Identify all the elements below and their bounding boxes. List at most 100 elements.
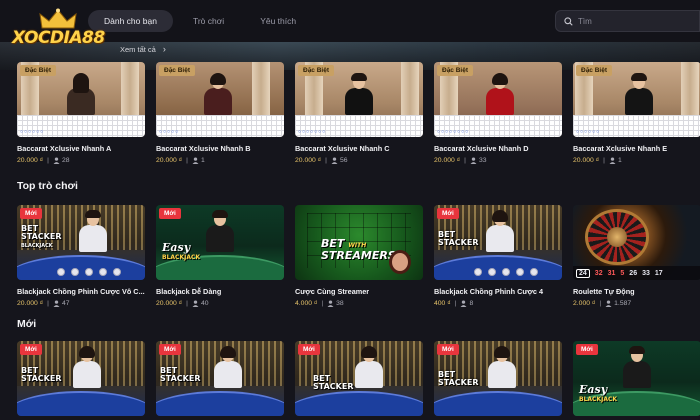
- player-count: 40: [200, 300, 209, 307]
- min-bet: 20.000 ₫: [156, 157, 183, 164]
- game-meta: 20.000 ₫ | 40: [156, 300, 209, 307]
- user-icon: [609, 157, 616, 164]
- game-title: Baccarat Xclusive Nhanh B: [156, 144, 251, 153]
- game-thumbnail[interactable]: BET STACKER Mới: [434, 341, 562, 416]
- game-title: Blackjack Chồng Phỉnh Cược 4: [434, 287, 544, 296]
- game-card[interactable]: Easy BLACKJACK Mới Blackjack Dễ Dàng 20.0…: [156, 205, 284, 307]
- game-thumbnail[interactable]: ○○○○○○ Đặc Biệt: [17, 62, 145, 137]
- game-thumbnail[interactable]: ○○○○○○ Đặc Biệt: [573, 62, 700, 137]
- section-title-new: Mới: [17, 318, 37, 330]
- game-card[interactable]: ○○○○○○ Đặc Biệt Baccarat Xclusive Nhanh …: [573, 62, 700, 164]
- game-thumbnail[interactable]: BET WITH STREAMERS: [295, 205, 423, 280]
- user-icon: [605, 300, 612, 307]
- game-thumbnail[interactable]: ○○○○○○○○ Đặc Biệt: [434, 62, 562, 137]
- min-bet: 20.000 ₫: [17, 157, 44, 164]
- game-title: Roulette Tự Động: [573, 287, 635, 296]
- game-card[interactable]: BET STACKER Mới: [434, 341, 562, 416]
- game-thumbnail[interactable]: 24 32 31 5 26 33 17: [573, 205, 700, 280]
- game-thumbnail[interactable]: BET STACKER Mới: [156, 341, 284, 416]
- logo-text: XOCDIA88: [12, 28, 105, 48]
- game-thumbnail[interactable]: BET STACKER Mới: [434, 205, 562, 280]
- tab-favorites[interactable]: Yêu thích: [244, 10, 312, 32]
- user-icon: [192, 157, 199, 164]
- game-meta: 20.000 ₫ | 47: [17, 300, 70, 307]
- game-thumbnail[interactable]: BET STACKER Mới: [295, 341, 423, 416]
- bet-stacker-logo: BET STACKER: [438, 370, 479, 387]
- min-bet: 400 ₫: [434, 300, 451, 307]
- game-card[interactable]: ○○○○○○○ Đặc Biệt Baccarat Xclusive Nhanh…: [295, 62, 423, 164]
- game-meta: 20.000 ₫ | 1: [156, 157, 205, 164]
- game-card[interactable]: BET STACKER Mới: [156, 341, 284, 416]
- game-card[interactable]: ○○○○○ Đặc Biệt Baccarat Xclusive Nhanh B…: [156, 62, 284, 164]
- easy-blackjack-logo: Easy BLACKJACK: [162, 241, 201, 261]
- user-icon: [331, 157, 338, 164]
- crown-icon: [39, 8, 77, 29]
- chevron-right-icon: ›: [162, 44, 166, 54]
- game-thumbnail[interactable]: Easy BLACKJACK Mới: [573, 341, 700, 416]
- easy-blackjack-logo: Easy BLACKJACK: [579, 383, 618, 403]
- game-thumbnail[interactable]: Easy BLACKJACK Mới: [156, 205, 284, 280]
- streamer-avatar: [389, 250, 411, 274]
- game-thumbnail[interactable]: ○○○○○○○ Đặc Biệt: [295, 62, 423, 137]
- min-bet: 20.000 ₫: [156, 300, 183, 307]
- player-count: 47: [61, 300, 70, 307]
- min-bet: 20.000 ₫: [17, 300, 44, 307]
- min-bet: 2.000 ₫: [573, 300, 596, 307]
- new-badge: Mới: [576, 344, 598, 355]
- user-icon: [192, 300, 199, 307]
- user-icon: [327, 300, 334, 307]
- game-card[interactable]: BET STACKER Mới Blackjack Chồng Phỉnh Cượ…: [434, 205, 562, 307]
- game-card[interactable]: BET WITH STREAMERS Cược Cùng Streamer 4.0…: [295, 205, 423, 307]
- player-count: 1.587: [614, 300, 632, 307]
- new-games-row: BET STACKER Mới BET STACKER Mới BET STACKER…: [17, 341, 700, 416]
- featured-row: ○○○○○○ Đặc Biệt Baccarat Xclusive Nhanh …: [17, 62, 700, 164]
- game-card[interactable]: ○○○○○○ Đặc Biệt Baccarat Xclusive Nhanh …: [17, 62, 145, 164]
- game-title: Baccarat Xclusive Nhanh A: [17, 144, 112, 153]
- game-card[interactable]: BET STACKER Mới: [17, 341, 145, 416]
- min-bet: 20.000 ₫: [295, 157, 322, 164]
- new-badge: Mới: [159, 344, 181, 355]
- game-card[interactable]: Easy BLACKJACK Mới: [573, 341, 700, 416]
- bet-stacker-logo: BET STACKER: [313, 374, 354, 391]
- nav-tabs: Dành cho bạn Trò chơi Yêu thích: [88, 10, 316, 32]
- search-input[interactable]: [578, 16, 678, 26]
- game-card[interactable]: 24 32 31 5 26 33 17 Roulette Tự Động 2.0…: [573, 205, 700, 307]
- special-badge: Đặc Biệt: [576, 65, 613, 76]
- search-box[interactable]: [555, 10, 700, 32]
- bet-streamers-logo: BET WITH STREAMERS: [321, 237, 396, 262]
- game-meta: 4.000 ₫ | 38: [295, 300, 344, 307]
- min-bet: 20.000 ₫: [434, 157, 461, 164]
- player-count: 28: [61, 157, 70, 164]
- game-title: Baccarat Xclusive Nhanh C: [295, 144, 390, 153]
- game-thumbnail[interactable]: BET STACKER BLACKJACK Mới: [17, 205, 145, 280]
- see-all-link[interactable]: Xem tất cả ›: [120, 44, 166, 54]
- new-badge: Mới: [20, 208, 42, 219]
- game-title: Baccarat Xclusive Nhanh D: [434, 144, 529, 153]
- new-badge: Mới: [437, 208, 459, 219]
- game-thumbnail[interactable]: ○○○○○ Đặc Biệt: [156, 62, 284, 137]
- site-logo[interactable]: XOCDIA88: [8, 6, 105, 56]
- user-icon: [53, 157, 60, 164]
- special-badge: Đặc Biệt: [159, 65, 196, 76]
- special-badge: Đặc Biệt: [437, 65, 474, 76]
- user-icon: [470, 157, 477, 164]
- game-card[interactable]: BET STACKER BLACKJACK Mới Blackjack Chồng …: [17, 205, 145, 307]
- top-games-row: BET STACKER BLACKJACK Mới Blackjack Chồng …: [17, 205, 700, 307]
- see-all-label: Xem tất cả: [120, 44, 156, 54]
- special-badge: Đặc Biệt: [20, 65, 57, 76]
- game-thumbnail[interactable]: BET STACKER Mới: [17, 341, 145, 416]
- user-icon: [53, 300, 60, 307]
- bet-stacker-logo: BET STACKER BLACKJACK: [21, 224, 62, 250]
- game-title: Blackjack Dễ Dàng: [156, 287, 222, 296]
- tab-games[interactable]: Trò chơi: [177, 10, 240, 32]
- player-count: 56: [339, 157, 348, 164]
- min-bet: 4.000 ₫: [295, 300, 318, 307]
- game-meta: 2.000 ₫ | 1.587: [573, 300, 632, 307]
- game-card[interactable]: BET STACKER Mới: [295, 341, 423, 416]
- new-badge: Mới: [159, 208, 181, 219]
- game-card[interactable]: ○○○○○○○○ Đặc Biệt Baccarat Xclusive Nhan…: [434, 62, 562, 164]
- bet-stacker-logo: BET STACKER: [160, 366, 201, 383]
- new-badge: Mới: [298, 344, 320, 355]
- new-badge: Mới: [20, 344, 42, 355]
- game-title: Baccarat Xclusive Nhanh E: [573, 144, 668, 153]
